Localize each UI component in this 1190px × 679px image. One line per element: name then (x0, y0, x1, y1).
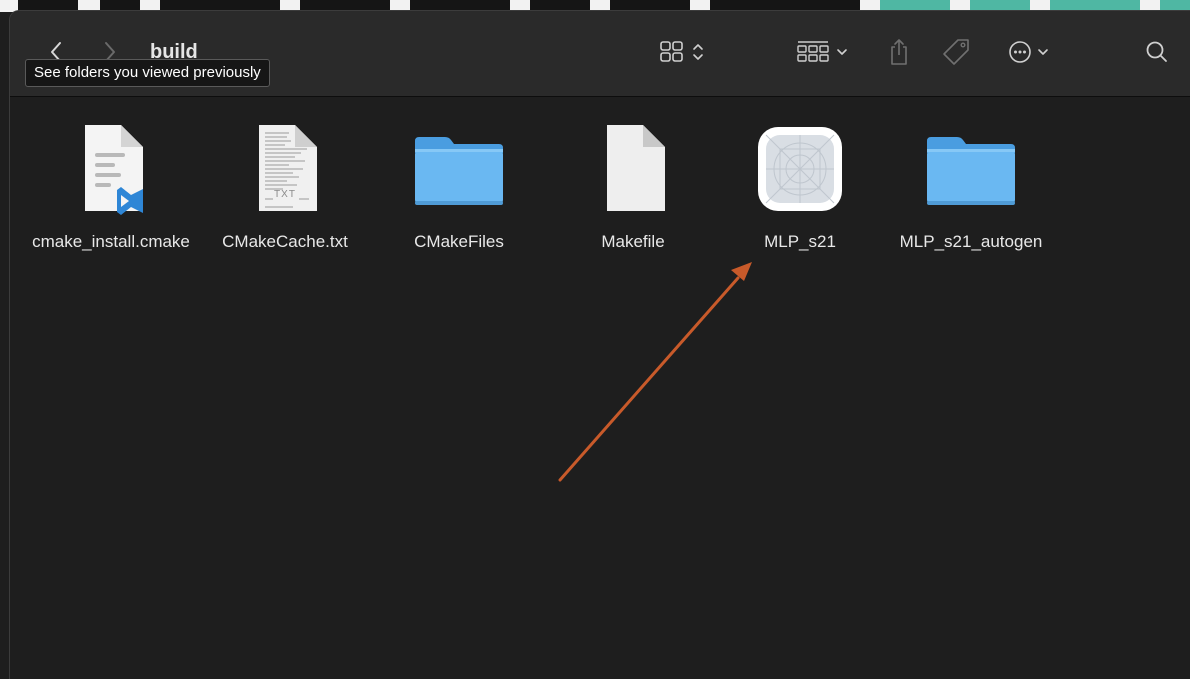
icon-grid-view-icon (660, 41, 703, 62)
file-icon-grid: cmake_install.cmake TXT CMakeCache.txt C… (10, 97, 1190, 679)
file-name: MLP_s21 (764, 232, 836, 251)
group-by-icon (797, 41, 847, 62)
folder-icon (411, 121, 507, 217)
file-item-cmakefiles[interactable]: CMakeFiles (376, 121, 542, 253)
tag-button[interactable] (940, 37, 972, 67)
file-name: MLP_s21_autogen (899, 232, 1043, 251)
vscode-document-icon (63, 121, 159, 217)
file-name: CMakeFiles (414, 232, 504, 251)
toolbar: build See folders you viewed previously (10, 11, 1190, 97)
tag-icon (943, 39, 969, 65)
search-icon (1146, 41, 1167, 62)
finder-window: build See folders you viewed previously … (9, 10, 1190, 679)
text-document-icon: TXT (237, 121, 333, 217)
file-name: CMakeCache.txt (222, 232, 348, 251)
share-button[interactable] (886, 37, 912, 67)
back-button-tooltip: See folders you viewed previously (25, 59, 270, 87)
file-name: cmake_install.cmake (32, 232, 190, 251)
file-name: Makefile (601, 232, 665, 251)
file-item-cmake-install[interactable]: cmake_install.cmake (28, 121, 194, 253)
share-icon (891, 39, 907, 65)
file-item-mlp-s21[interactable]: MLP_s21 (717, 121, 883, 253)
file-item-mlp-s21-autogen[interactable]: MLP_s21_autogen (885, 121, 1057, 253)
finder-screenshot: build See folders you viewed previously … (0, 0, 1190, 679)
ellipsis-circle-icon (1009, 41, 1048, 63)
blank-document-icon (585, 121, 681, 217)
search-button[interactable] (1144, 37, 1170, 67)
application-icon (752, 121, 848, 217)
more-actions-button[interactable] (1006, 37, 1062, 67)
file-item-makefile[interactable]: Makefile (550, 121, 716, 253)
group-by-button[interactable] (794, 37, 854, 67)
file-item-cmakecache[interactable]: TXT CMakeCache.txt (202, 121, 368, 253)
file-type-label: TXT (274, 189, 296, 200)
view-mode-button[interactable] (657, 37, 715, 67)
folder-icon (923, 121, 1019, 217)
